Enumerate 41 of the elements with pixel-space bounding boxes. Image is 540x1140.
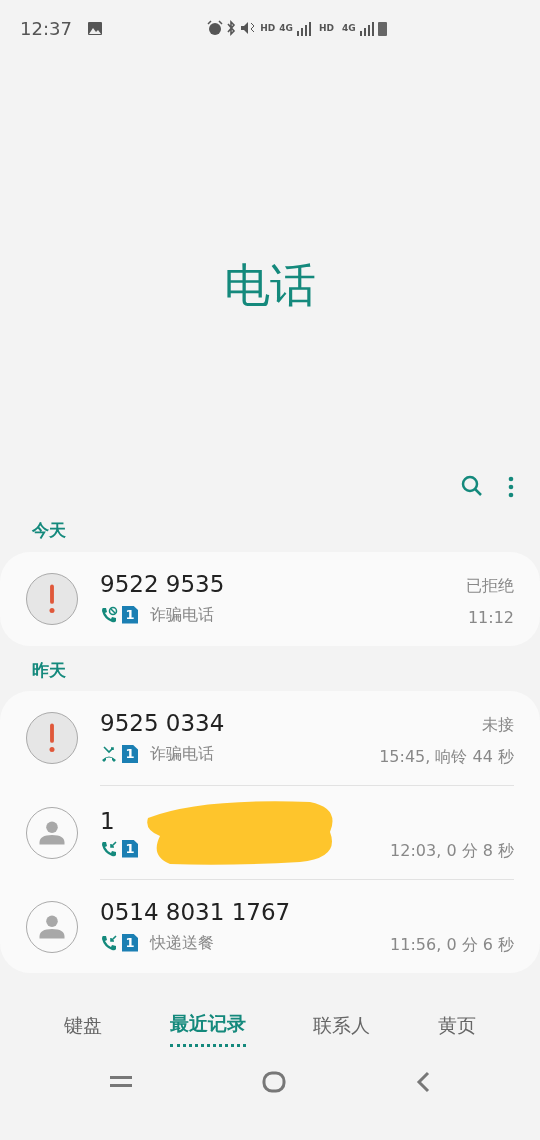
call-status: 已拒绝 xyxy=(466,574,514,597)
network-label: HD xyxy=(318,23,334,33)
sim-badge: 1 xyxy=(122,745,138,763)
call-time: 11:56, 0 分 6 秒 xyxy=(390,934,514,956)
tab[interactable]: 键盘 xyxy=(63,1009,102,1047)
network-label: HD xyxy=(260,23,276,33)
tab[interactable]: 联系人 xyxy=(313,1009,371,1047)
sim-badge: 1 xyxy=(122,839,138,858)
battery-icon xyxy=(377,20,387,36)
alarm-icon xyxy=(207,20,224,36)
search-icon[interactable] xyxy=(460,474,484,498)
signal-icon xyxy=(359,20,374,36)
phone-number[interactable]: 1 xyxy=(100,807,115,834)
call-label: 快递送餐 xyxy=(150,931,214,954)
phone-number[interactable]: 9522 9535 xyxy=(100,570,225,597)
sim-badge: 1 xyxy=(122,605,138,624)
bluetooth-icon xyxy=(227,20,237,36)
call-time: 12:03, 0 分 8 秒 xyxy=(390,840,514,862)
call-time: 15:45, 响铃 44 秒 xyxy=(379,746,514,768)
call-time: 11:12 xyxy=(466,606,514,629)
tab[interactable]: 最近记录 xyxy=(169,1009,246,1047)
sim-badge: 1 xyxy=(122,933,138,952)
clock: 12:37 xyxy=(20,16,72,41)
signal-icon xyxy=(296,20,311,36)
network-label: 4G xyxy=(279,23,293,33)
network-label: 4G xyxy=(341,23,356,33)
call-label: 诈骗电话 xyxy=(150,743,214,765)
call-status: 未接 xyxy=(481,714,514,736)
call-label: 诈骗电话 xyxy=(150,603,214,626)
more-options-icon[interactable] xyxy=(508,476,514,498)
home-icon[interactable] xyxy=(262,1070,286,1093)
tab[interactable]: 黄页 xyxy=(438,1009,477,1047)
section-header: 昨天 xyxy=(32,659,66,680)
phone-number[interactable]: 0514 8031 1767 xyxy=(100,898,291,925)
app-title: 电话 xyxy=(224,258,316,312)
recent-apps-icon[interactable] xyxy=(110,1075,132,1088)
phone-number[interactable]: 9525 0334 xyxy=(100,710,225,736)
image-icon xyxy=(87,21,102,35)
vibrate-mute-icon xyxy=(240,20,257,36)
back-icon[interactable] xyxy=(416,1070,430,1093)
section-header: 今天 xyxy=(32,520,66,540)
